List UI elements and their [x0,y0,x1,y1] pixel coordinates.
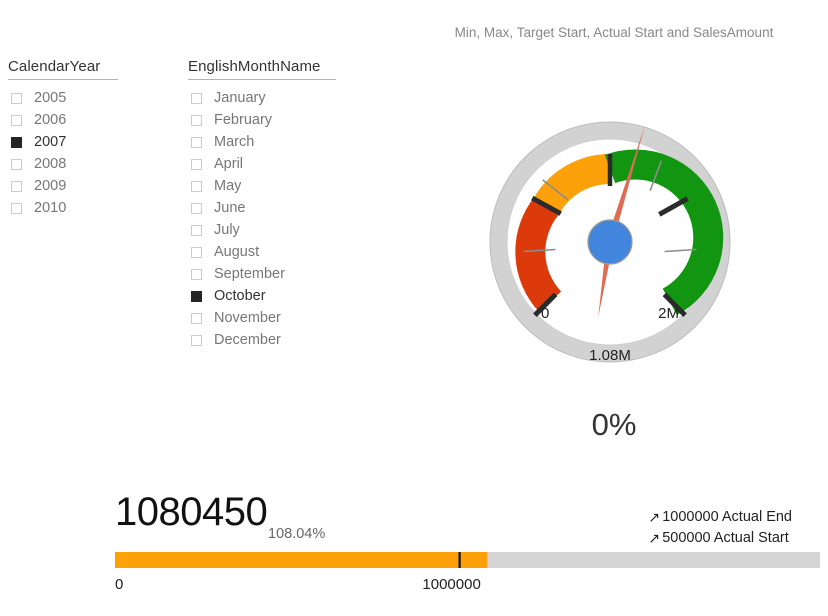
kpi-legend-item-actual-start: ↗ 500000 Actual Start [648,528,792,549]
slicer-item-label: November [214,310,281,326]
checkbox-icon[interactable] [191,114,202,126]
checkbox-icon[interactable] [191,334,202,346]
slicer-item-label: February [214,112,273,128]
slicer-item-label: July [214,222,240,238]
slicer-item-2005[interactable]: 2005 [8,87,168,109]
checkbox-icon[interactable] [11,114,22,126]
checkbox-icon[interactable] [191,312,202,324]
slicer-calendar-year: CalendarYear 2005 2006 2007 2008 2009 20… [8,58,168,219]
kpi-legend: ↗ 1000000 Actual End ↗ 500000 Actual Sta… [648,507,792,549]
slicer-item-august[interactable]: August [188,241,358,263]
checkbox-icon[interactable] [191,180,202,192]
slicer-calendar-year-list: 2005 2006 2007 2008 2009 2010 [8,87,168,219]
slicer-item-march[interactable]: March [188,131,358,153]
slicer-item-may[interactable]: May [188,175,358,197]
bullet-axis-min-label: 0 [115,576,123,593]
slicer-item-september[interactable]: September [188,263,358,285]
kpi-legend-item-actual-end: ↗ 1000000 Actual End [648,507,792,528]
arrow-up-right-icon: ↗ [648,530,660,546]
slicer-item-february[interactable]: February [188,109,358,131]
slicer-item-january[interactable]: January [188,87,358,109]
slicer-item-2009[interactable]: 2009 [8,175,168,197]
slicer-item-label: May [214,178,242,194]
slicer-item-label: 2010 [34,200,67,216]
slicer-item-label: 2008 [34,156,67,172]
slicer-item-label: 2009 [34,178,67,194]
slicer-english-month-name-list: January February March April May June Ju… [188,87,358,351]
checkbox-icon[interactable] [191,268,202,280]
checkbox-icon[interactable] [191,202,202,214]
gauge-max-label: 2M [658,305,679,322]
checkbox-icon[interactable] [11,180,22,192]
checkbox-icon[interactable] [191,92,202,104]
checkbox-icon[interactable] [11,158,22,170]
kpi-value: 1080450 [115,490,268,534]
slicer-english-month-name: EnglishMonthName January February March … [188,58,358,351]
slicer-english-month-name-title: EnglishMonthName [188,58,336,80]
slicer-item-2006[interactable]: 2006 [8,109,168,131]
gauge-band-orange [533,153,611,214]
gauge-value-label: 1.08M [589,347,631,364]
kpi-percent: 108.04% [268,526,326,542]
slicer-calendar-year-title: CalendarYear [8,58,118,80]
gauge-band-red [515,196,562,313]
slicer-item-label: August [214,244,260,260]
checkbox-icon[interactable] [11,202,22,214]
slicer-item-label: October [214,288,266,304]
slicer-item-label: 2005 [34,90,67,106]
checkbox-checked-icon[interactable] [11,136,22,148]
slicer-item-2008[interactable]: 2008 [8,153,168,175]
checkbox-icon[interactable] [11,92,22,104]
slicer-item-november[interactable]: November [188,307,358,329]
slicer-item-label: March [214,134,255,150]
bullet-value-bar [115,552,488,568]
bullet-axis-target-label: 1000000 [422,576,480,593]
slicer-item-2007[interactable]: 2007 [8,131,168,153]
slicer-item-label: 2007 [34,134,67,150]
checkbox-icon[interactable] [191,158,202,170]
checkbox-icon[interactable] [191,246,202,258]
gauge-chart: 0 2M 1.08M [489,121,731,364]
slicer-item-april[interactable]: April [188,153,358,175]
gauge-min-label: 0 [541,305,549,322]
kpi-legend-label: 500000 Actual Start [662,530,789,546]
slicer-item-july[interactable]: July [188,219,358,241]
slicer-item-label: December [214,332,281,348]
kpi-legend-label: 1000000 Actual End [662,509,792,525]
gauge-visual[interactable]: Min, Max, Target Start, Actual Start and… [408,18,820,458]
slicer-item-label: 2006 [34,112,67,128]
checkbox-icon[interactable] [191,224,202,236]
slicer-item-label: June [214,200,246,216]
slicer-item-december[interactable]: December [188,329,358,351]
slicer-item-june[interactable]: June [188,197,358,219]
checkbox-icon[interactable] [191,136,202,148]
report-canvas: CalendarYear 2005 2006 2007 2008 2009 20… [0,0,828,616]
slicer-item-label: January [214,90,266,106]
slicer-item-label: September [214,266,285,282]
bullet-chart: 0 1000000 [115,552,820,593]
slicer-item-october[interactable]: October [188,285,358,307]
gauge-hub [587,219,633,265]
arrow-up-right-icon: ↗ [648,509,660,525]
slicer-item-label: April [214,156,244,172]
gauge-callout-percent: 0% [591,407,637,442]
slicer-item-2010[interactable]: 2010 [8,197,168,219]
checkbox-checked-icon[interactable] [191,290,202,302]
kpi-bullet-visual[interactable]: 1080450 108.04% ↗ 1000000 Actual End ↗ 5… [0,480,828,616]
